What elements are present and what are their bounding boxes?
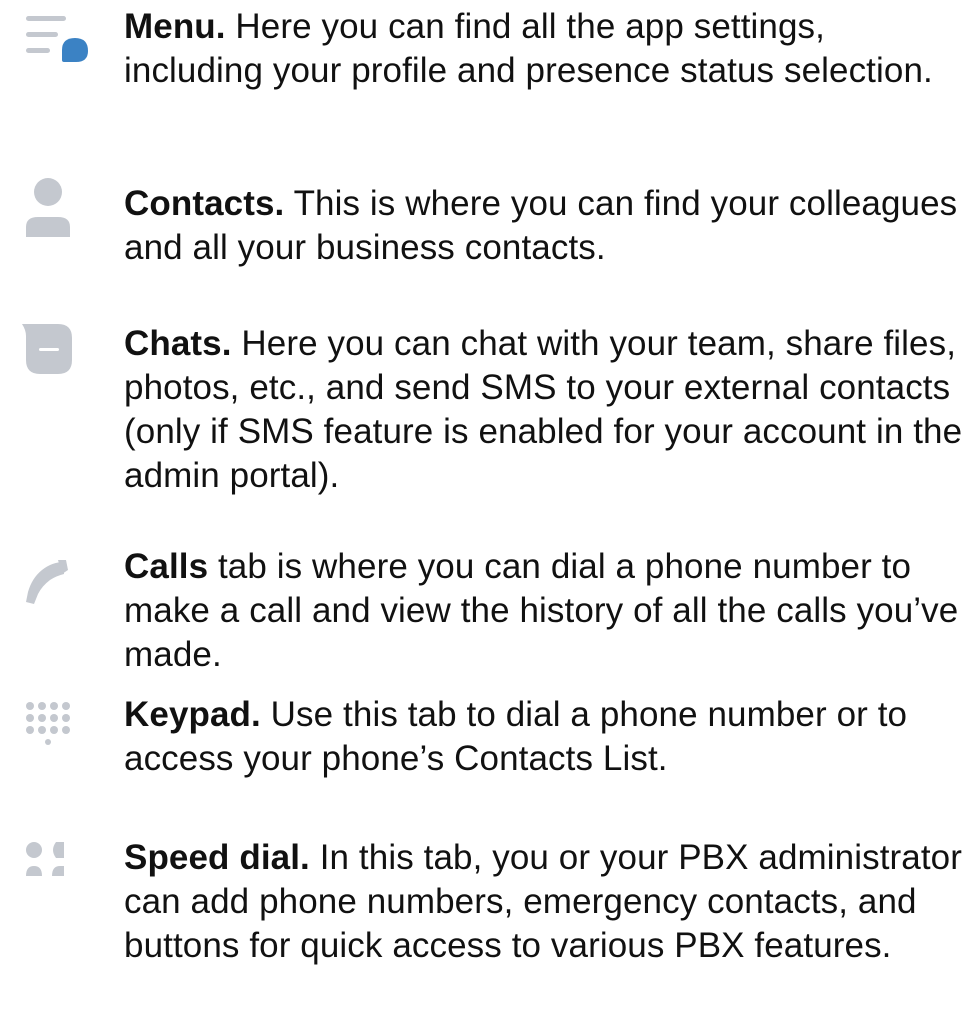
contacts-icon [20,175,92,247]
keypad-title: Keypad. [124,695,261,734]
speed-dial-icon [20,838,92,910]
chats-description: Here you can chat with your team, share … [124,324,963,495]
menu-description: Here you can find all the app settings, … [124,7,933,90]
calls-icon [20,558,92,630]
menu-icon [20,10,92,82]
menu-title: Menu. [124,7,226,46]
contacts-title: Contacts. [124,184,285,223]
chats-title: Chats. [124,324,232,363]
speed-dial-title: Speed dial. [124,838,310,877]
calls-title: Calls [124,547,209,586]
calls-description: tab is where you can dial a phone number… [124,547,959,674]
chats-icon [20,322,92,394]
keypad-icon [20,698,92,770]
